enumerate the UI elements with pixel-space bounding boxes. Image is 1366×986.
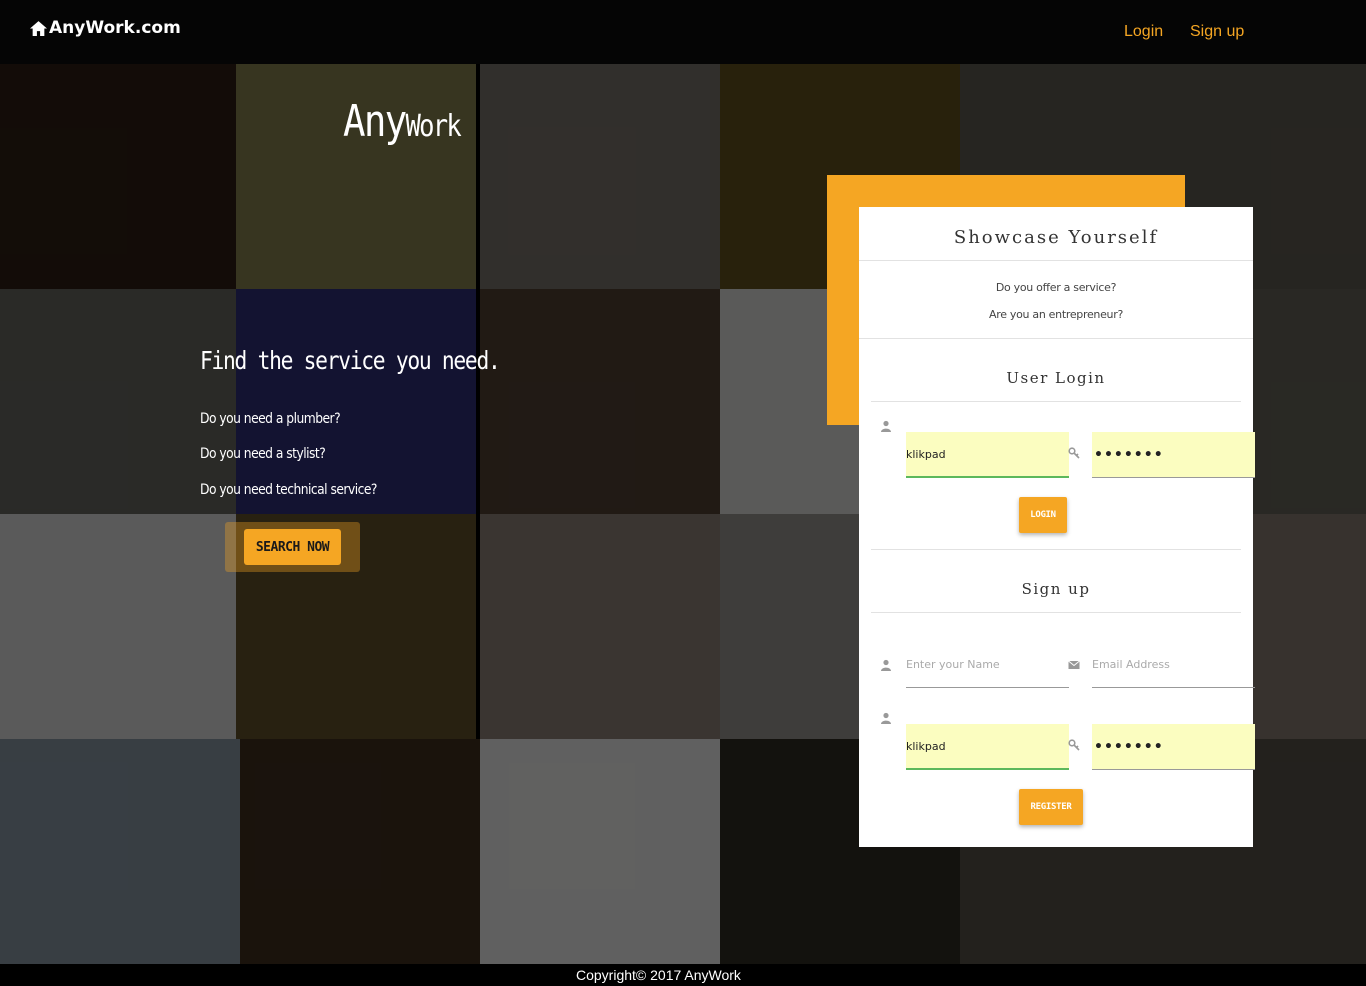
user-icon <box>881 420 891 432</box>
key-icon <box>1068 739 1080 751</box>
signup-password-input[interactable] <box>1092 724 1255 770</box>
hero-title-any: Any <box>343 96 407 147</box>
divider <box>871 549 1241 550</box>
divider <box>859 338 1253 339</box>
hero-question-technical: Do you need technical service? <box>200 482 377 498</box>
showcase-panel: Showcase Yourself Do you offer a service… <box>859 207 1255 847</box>
register-button[interactable]: REGISTER <box>1019 789 1083 825</box>
panel-title: Showcase Yourself <box>953 227 1159 248</box>
divider <box>871 401 1241 402</box>
panel-subtitle-entrepreneur: Are you an entrepreneur? <box>989 308 1123 321</box>
signup-section-title: Sign up <box>1021 580 1091 598</box>
user-icon <box>881 659 891 671</box>
hero-heading: Find the service you need. <box>200 346 501 375</box>
key-icon <box>1068 447 1080 459</box>
signup-email-input[interactable] <box>1092 642 1255 688</box>
signup-username-input[interactable] <box>906 724 1069 770</box>
login-button[interactable]: LOGIN <box>1019 497 1067 533</box>
footer-copyright: Copyright© 2017 AnyWork <box>576 967 741 983</box>
hero-question-stylist: Do you need a stylist? <box>200 446 326 462</box>
divider <box>859 260 1253 261</box>
panel-subtitle-service: Do you offer a service? <box>995 281 1117 294</box>
brand-label: AnyWork.com <box>49 18 181 38</box>
brand-link[interactable]: AnyWork.com <box>30 18 181 38</box>
nav-signup-link[interactable]: Sign up <box>1190 23 1244 41</box>
hero-logo-title: AnyWork <box>343 96 462 147</box>
hero-question-plumber: Do you need a plumber? <box>200 411 341 427</box>
footer: Copyright© 2017 AnyWork <box>0 964 1366 986</box>
user-icon <box>881 712 891 724</box>
login-password-input[interactable] <box>1092 432 1255 478</box>
divider <box>871 612 1241 613</box>
home-icon <box>30 20 47 36</box>
login-username-input[interactable] <box>906 432 1069 478</box>
search-now-button[interactable]: SEARCH NOW <box>244 529 341 565</box>
navbar: AnyWork.com Login Sign up <box>0 0 1366 64</box>
signup-name-input[interactable] <box>906 642 1069 688</box>
hero-title-work: Work <box>405 109 461 144</box>
envelope-icon <box>1068 660 1080 669</box>
nav-login-link[interactable]: Login <box>1124 23 1163 41</box>
login-section-title: User Login <box>1006 369 1106 387</box>
